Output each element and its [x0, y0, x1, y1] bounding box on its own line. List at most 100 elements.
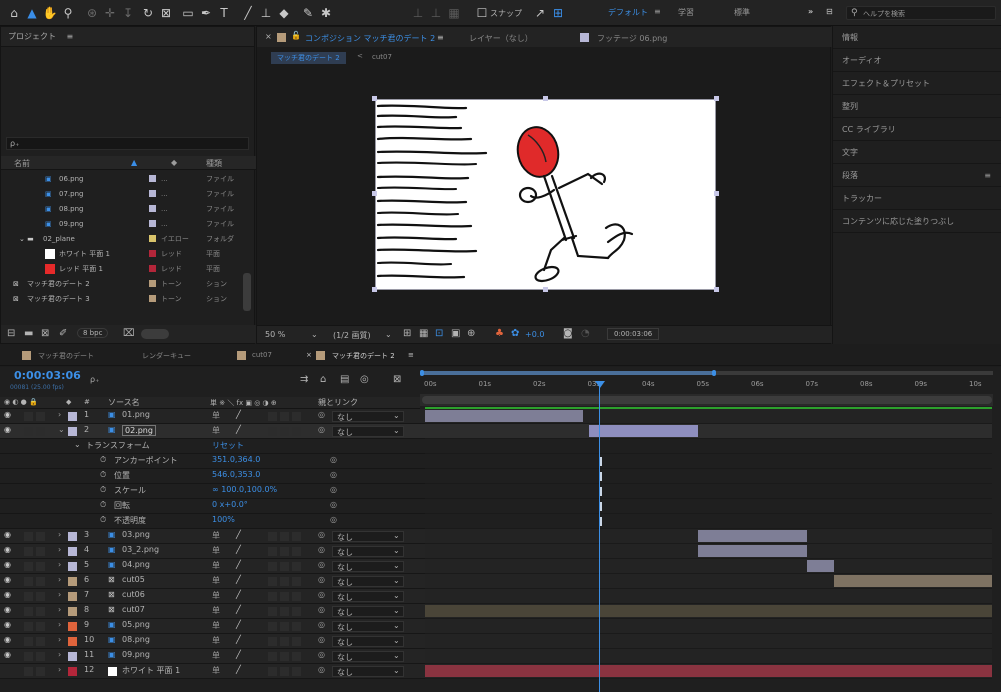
expand-arrow-icon[interactable]: ›	[58, 590, 61, 599]
shy-switch-icon[interactable]: 单	[212, 635, 220, 646]
visibility-eye-icon[interactable]: ◉	[4, 635, 11, 644]
layer-name[interactable]: 04.png	[122, 560, 150, 569]
layer-name[interactable]: ホワイト 平面 1	[122, 665, 180, 676]
label-color-swatch[interactable]	[149, 235, 156, 242]
layer-switch-box[interactable]	[268, 427, 277, 436]
show-snapshot-icon[interactable]: ◔	[581, 328, 590, 339]
label-color-swatch[interactable]	[149, 295, 156, 302]
pick-whip-icon[interactable]: ◎	[318, 410, 325, 419]
stopwatch-icon[interactable]: ⏱	[100, 500, 106, 510]
stopwatch-icon[interactable]: ⏱	[100, 455, 106, 465]
expand-arrow-icon[interactable]: ›	[58, 665, 61, 674]
rotate-tool-icon[interactable]: ↻	[140, 5, 156, 21]
visibility-eye-icon[interactable]: ◉	[4, 560, 11, 569]
layer-switch-box[interactable]	[292, 577, 301, 586]
time-ruler[interactable]: 00s 01s 02s 03s 04s 05s 06s 07s 08s 09s 10s	[420, 367, 1001, 409]
label-color-swatch[interactable]	[149, 250, 156, 257]
axis-world-icon[interactable]: ⊥	[428, 5, 444, 21]
pick-whip-icon[interactable]: ◎	[318, 650, 325, 659]
eraser-icon[interactable]: ◆	[276, 5, 292, 21]
help-search[interactable]: ⚲ ヘルプを検索	[846, 6, 996, 20]
track-row[interactable]	[425, 544, 992, 559]
visibility-eye-icon[interactable]: ◉	[4, 545, 11, 554]
resolution-select[interactable]: (1/2 画質)	[333, 330, 371, 341]
layer-label-color[interactable]	[68, 637, 77, 646]
puppet-pin-icon[interactable]: ✱	[318, 5, 334, 21]
layer-switch-box[interactable]	[268, 577, 277, 586]
layer-label-color[interactable]	[68, 427, 77, 436]
layer-name[interactable]: cut07	[122, 605, 145, 614]
track-row[interactable]	[425, 559, 992, 574]
comp-canvas[interactable]	[375, 99, 716, 290]
handle-mr[interactable]	[714, 191, 719, 196]
pick-whip-icon[interactable]: ◎	[318, 605, 325, 614]
project-search-input[interactable]: ρ₊	[6, 137, 249, 150]
adjust-icon[interactable]: ✐	[59, 328, 67, 339]
exposure-icon[interactable]: ✿	[511, 328, 519, 339]
exposure-value[interactable]: +0.0	[525, 330, 544, 339]
layer-switch-box[interactable]	[280, 652, 289, 661]
pick-whip-icon[interactable]: ◎	[318, 635, 325, 644]
av-switch-box[interactable]	[24, 637, 33, 646]
quality-switch-icon[interactable]: ╱	[236, 635, 241, 644]
stopwatch-icon[interactable]: ⏱	[100, 515, 106, 525]
pen-tool-icon[interactable]: ✒	[198, 5, 214, 21]
quality-switch-icon[interactable]: ╱	[236, 425, 241, 434]
clone-stamp-icon[interactable]: ⊥	[258, 5, 274, 21]
expand-arrow-icon[interactable]: ›	[58, 635, 61, 644]
transform-property-row[interactable]: ⏱ アンカーポイント 351.0,364.0 ◎	[0, 454, 425, 469]
sort-icon[interactable]: ▲	[131, 158, 137, 167]
track-row[interactable]	[425, 649, 992, 664]
av-switch-box[interactable]	[36, 532, 45, 541]
layer-name[interactable]: 02.png	[122, 425, 156, 436]
av-switch-box[interactable]	[24, 652, 33, 661]
panel-item[interactable]: トラッカー	[833, 187, 1001, 210]
project-item[interactable]: ▣ 07.png... ファイル	[1, 187, 243, 202]
layer-row[interactable]: ◉ › 8 ⊠ cut07 单 ╱ ◎ なし ⌄	[0, 604, 425, 619]
layer-switch-box[interactable]	[268, 532, 277, 541]
layer-switch-box[interactable]	[292, 547, 301, 556]
comp-flowchart-icon[interactable]: ⇉	[300, 374, 308, 385]
layer-switch-box[interactable]	[280, 562, 289, 571]
resolution-chevron-icon[interactable]: ⌄	[385, 330, 392, 339]
av-switch-box[interactable]	[24, 577, 33, 586]
layer-duration-bar[interactable]	[833, 575, 992, 587]
shy-switch-icon[interactable]: 单	[212, 665, 220, 676]
av-switch-box[interactable]	[36, 547, 45, 556]
layer-row[interactable]: ◉ ⌄ 2 ▣ 02.png 单 ╱ ◎ なし ⌄	[0, 424, 425, 439]
layer-switch-box[interactable]	[268, 547, 277, 556]
transform-property-row[interactable]: ⏱ 回転 0 x+0.0° ◎	[0, 499, 425, 514]
tab-render-queue[interactable]: レンダーキュー	[142, 351, 191, 361]
axis-view-icon[interactable]: ▦	[446, 5, 462, 21]
stopwatch-icon[interactable]: ⏱	[100, 485, 106, 495]
layer-switch-box[interactable]	[292, 427, 301, 436]
shy-switch-icon[interactable]: 单	[212, 410, 220, 421]
shy-switch-icon[interactable]: 单	[212, 605, 220, 616]
panel-item[interactable]: オーディオ	[833, 49, 1001, 72]
av-switch-box[interactable]	[36, 412, 45, 421]
parent-dropdown[interactable]: なし ⌄	[332, 651, 404, 662]
av-switch-box[interactable]	[36, 637, 45, 646]
guides-icon[interactable]: ▣	[451, 328, 460, 339]
work-area-end[interactable]	[712, 370, 716, 376]
layer-switch-box[interactable]	[292, 592, 301, 601]
visibility-eye-icon[interactable]: ◉	[4, 530, 11, 539]
expand-arrow-icon[interactable]: ⌄	[74, 440, 81, 449]
av-switch-box[interactable]	[36, 667, 45, 676]
shy-switch-icon[interactable]: 单	[212, 650, 220, 661]
handle-tc[interactable]	[543, 96, 548, 101]
roto-brush-icon[interactable]: ✎	[300, 5, 316, 21]
snap-options-icon[interactable]: ⊞	[550, 5, 566, 21]
visibility-eye-icon[interactable]: ◉	[4, 425, 11, 434]
composition-tab[interactable]: コンポジション マッチ君のデート 2	[305, 33, 435, 44]
tab-comp-1[interactable]: マッチ君のデート	[38, 351, 94, 361]
layer-switch-box[interactable]	[280, 622, 289, 631]
av-switch-box[interactable]	[24, 562, 33, 571]
panel-menu-icon[interactable]: ≡	[67, 32, 74, 41]
property-value[interactable]: 0 x+0.0°	[212, 500, 248, 509]
layer-label-color[interactable]	[68, 652, 77, 661]
quality-switch-icon[interactable]: ╱	[236, 665, 241, 674]
shy-switch-icon[interactable]: 单	[212, 530, 220, 541]
snapping-checkbox-icon[interactable]: ☐	[474, 5, 490, 21]
track-row[interactable]	[425, 619, 992, 634]
